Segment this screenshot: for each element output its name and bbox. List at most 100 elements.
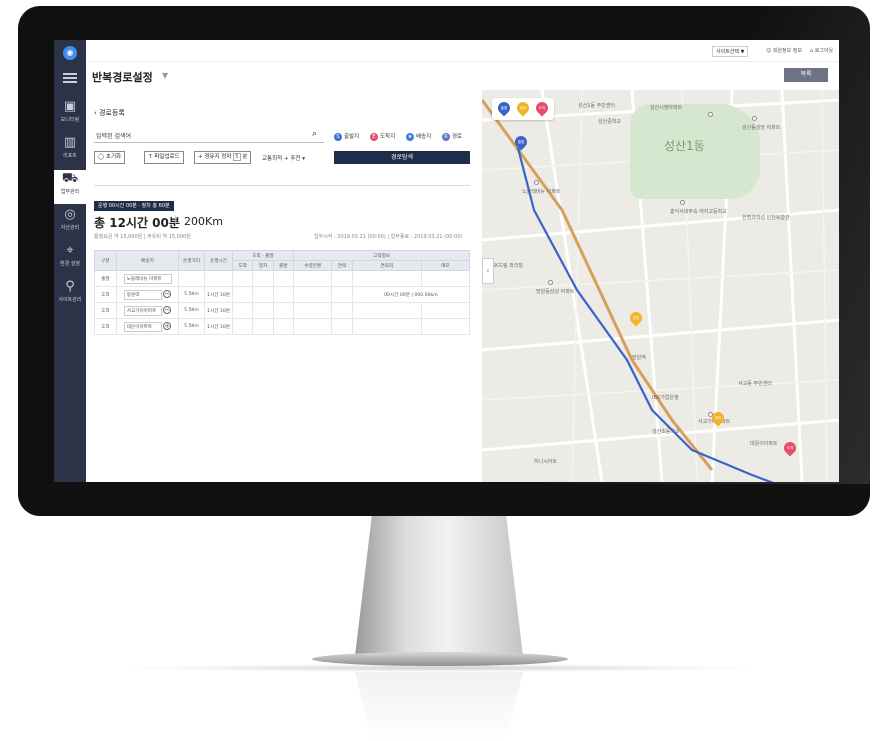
- asset-icon: ◎: [64, 207, 76, 222]
- route-panel: ‹ 경로등록 입력된 검색어 ⌕ S 출발지 E 도착지 ★ 배송지 R 경로 ◯ 초기…: [86, 90, 482, 482]
- legend-route: R 경로: [442, 132, 462, 141]
- refresh-icon: ◯: [98, 154, 106, 160]
- total-time: 총 12시간 00분: [94, 216, 180, 230]
- map-label: 성산초등학교: [652, 429, 680, 435]
- map-legend-tabs: 출발 경유 도착: [492, 98, 554, 120]
- user-icon: ⚲: [65, 279, 75, 294]
- divider: [94, 185, 470, 186]
- table-row: 도착 망원역 − 5.5Km 1시간 10분 00시간 00분 | 000.00…: [94, 286, 471, 303]
- legend-delivery: ★ 배송지: [406, 132, 432, 141]
- map-poi-icon: [548, 280, 553, 285]
- legend-end: E 도착지: [370, 132, 395, 141]
- place-input[interactable]: 노블레비뉴 아파트: [123, 273, 172, 284]
- collapse-panel-button[interactable]: ‹: [482, 258, 494, 284]
- col-stop: 정차: [252, 260, 274, 271]
- page-title: 반복경로설정: [92, 71, 153, 84]
- map-label: 홍익사대부속 여자고등학교: [670, 209, 727, 215]
- fee-info: 통행요금 약 15,000원 | 주유비 약 15,000원: [94, 234, 191, 240]
- map-view[interactable]: 성산1동 성산1동 주민센터 성산시영아파트 성산중학교 성산동성당 아파트 노…: [482, 90, 839, 482]
- waypoint-count-input[interactable]: 5: [233, 153, 241, 161]
- monitor-chin: [18, 484, 870, 516]
- map-label: 성산동성당 아파트: [742, 125, 781, 131]
- map-poi-icon: [708, 112, 713, 117]
- logout-link[interactable]: ⌂ 로그아웃: [810, 47, 833, 54]
- map-label: 한명과학성 인천복합관: [742, 215, 790, 221]
- sidebar-item-site[interactable]: ⚲ 사이트관리: [54, 278, 86, 312]
- search-icon[interactable]: ⌕: [312, 129, 317, 139]
- map-label: 하나시아트: [534, 459, 558, 465]
- hamburger-menu-icon[interactable]: [63, 73, 77, 83]
- traffic-select[interactable]: 교통최적 + 추천 ▾: [262, 154, 305, 162]
- reset-button[interactable]: ◯ 초기화: [94, 151, 126, 164]
- remove-stop-button[interactable]: −: [163, 306, 172, 314]
- title-bar: 반복경로설정 ▼ 목록: [86, 62, 839, 90]
- remove-stop-button[interactable]: −: [163, 290, 172, 298]
- truck-icon: ⛟: [61, 171, 79, 186]
- map-poi-icon: [680, 200, 685, 205]
- start-pin-icon[interactable]: 출발: [512, 133, 530, 151]
- place-input[interactable]: 망원역: [123, 289, 162, 300]
- pin-icon: ⌖: [66, 243, 74, 258]
- via-tab[interactable]: 경유: [514, 99, 532, 117]
- table-row: 출발 노블레비뉴 아파트: [94, 270, 470, 287]
- sidebar-item-report[interactable]: ▥ 리포트: [54, 134, 86, 168]
- end-tab[interactable]: 도착: [533, 99, 551, 117]
- sidebar-item-monitoring[interactable]: ▣ 모니터링: [54, 98, 86, 132]
- map-poi-icon: [752, 116, 757, 121]
- map-label: 성산시영아파트: [650, 105, 683, 111]
- monitor-icon: ▣: [63, 99, 77, 114]
- col-memo: 메모: [421, 260, 470, 271]
- site-select[interactable]: 사이트선택 ▼: [712, 46, 749, 57]
- col-contact: 연락: [331, 260, 353, 271]
- start-tab[interactable]: 출발: [495, 99, 513, 117]
- chart-icon: ▥: [63, 135, 77, 150]
- chevron-down-icon: ▾: [302, 156, 305, 162]
- place-input[interactable]: 대문이아파트: [123, 321, 162, 332]
- monitor-stand-neck: [355, 516, 523, 656]
- logo-icon[interactable]: ◉: [63, 46, 77, 60]
- add-stop-button[interactable]: +: [163, 322, 172, 330]
- stand-reflection: [355, 672, 523, 741]
- monitor-mockup: ◉ ▣ 모니터링 ▥ 리포트 ⛟ 업무관리 ◎ 자산관리 ⌖ 환경 설정 ⚲ 사…: [0, 0, 875, 741]
- monitor-stand-base: [312, 652, 568, 666]
- col-recipient: 수령인명: [292, 260, 333, 271]
- area-label: 성산1동: [664, 139, 705, 153]
- end-pin-icon[interactable]: 도착: [781, 439, 799, 457]
- sidebar-item-asset[interactable]: ◎ 자산관리: [54, 206, 86, 240]
- map-poi-icon: [534, 180, 539, 185]
- route-search-button[interactable]: 경로탐색: [334, 151, 470, 164]
- col-type: 구분: [94, 250, 117, 271]
- top-bar: 사이트선택 ▼ ☺ 회원정보 정보 ⌂ 로그아웃: [86, 40, 839, 62]
- map-label: 망원동삼성 아파트: [536, 289, 575, 295]
- map-label: 성산중학교: [598, 119, 622, 125]
- map-label: IBK기업은행: [652, 395, 679, 401]
- sidebar-item-work[interactable]: ⛟ 업무관리: [54, 170, 86, 204]
- col-customer: 고객정보: [292, 250, 471, 261]
- col-phone: 연락처: [351, 260, 423, 271]
- col-arrival-departure: 도착 · 출발: [232, 250, 294, 261]
- map-label: 성산1동 주민센터: [578, 103, 615, 109]
- summary-tag: 운행 00시간 00분 · 정차 총 60분: [94, 201, 174, 211]
- col-depart: 출발: [272, 260, 294, 271]
- back-link[interactable]: ‹ 경로등록: [94, 108, 125, 118]
- my-info-link[interactable]: ☺ 회원정보 정보: [766, 47, 802, 54]
- via-pin-icon[interactable]: 경유: [709, 409, 727, 427]
- col-arrive: 도착: [231, 260, 254, 271]
- map-label: 서교동 주민센터: [738, 381, 772, 387]
- search-input[interactable]: 입력된 검색어: [94, 130, 324, 143]
- sidebar-item-settings[interactable]: ⌖ 환경 설정: [54, 242, 86, 276]
- col-distance: 운행거리: [178, 250, 205, 271]
- table-row: 도착 서교가이아파트 − 5.5Km 1시간 10분: [94, 302, 470, 319]
- title-dropdown-icon[interactable]: ▼: [162, 71, 168, 80]
- total-distance: 200Km: [184, 215, 223, 228]
- upload-button[interactable]: ↑ 파일업로드: [144, 151, 184, 164]
- map-label: 노블레비뉴 아파트: [522, 189, 561, 195]
- list-button[interactable]: 목록: [784, 68, 828, 82]
- sidebar: ◉ ▣ 모니터링 ▥ 리포트 ⛟ 업무관리 ◎ 자산관리 ⌖ 환경 설정 ⚲ 사…: [54, 40, 86, 482]
- place-input[interactable]: 서교가이아파트: [123, 305, 162, 316]
- legend-start: S 출발지: [334, 132, 359, 141]
- map-label: 대문이아파트: [750, 441, 778, 447]
- col-place: 배송지: [116, 250, 179, 271]
- waypoint-stop-button[interactable]: + 경유지 정차 5 분: [194, 151, 252, 164]
- via-pin-icon[interactable]: 경유: [627, 309, 645, 327]
